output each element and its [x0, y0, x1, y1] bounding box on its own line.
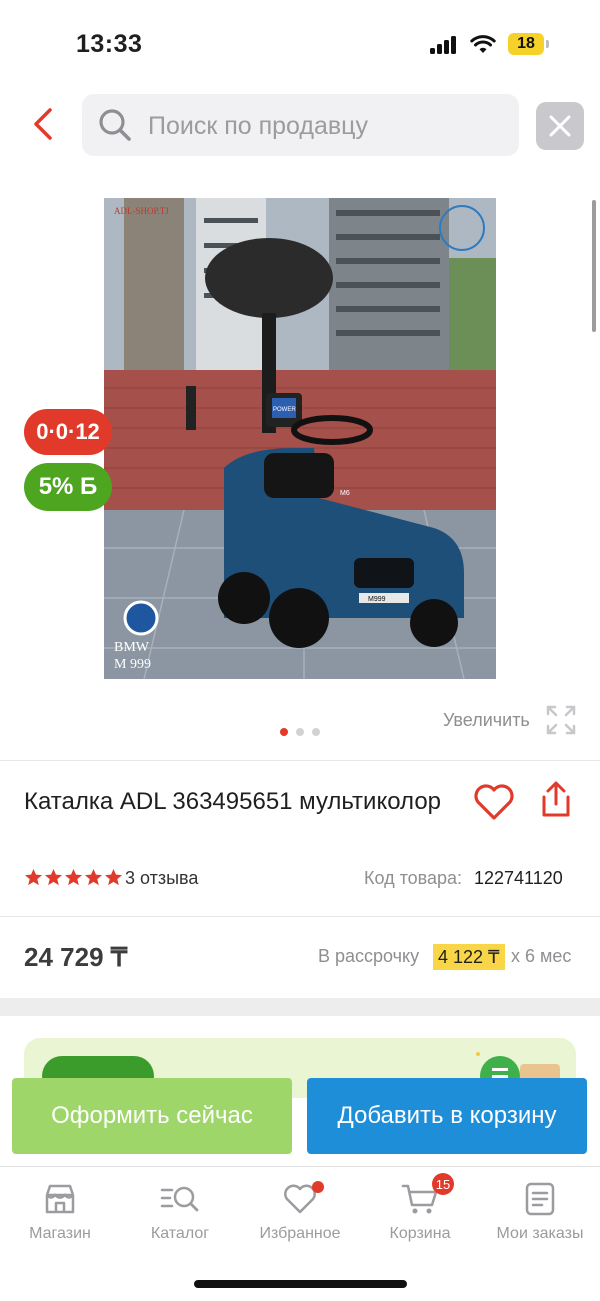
product-price: 24 729 ₸: [24, 942, 128, 972]
section-separator: [0, 998, 600, 1016]
image-pagination[interactable]: [280, 728, 324, 736]
scrollbar[interactable]: [592, 200, 596, 332]
buy-now-button[interactable]: Оформить сейчас: [12, 1078, 292, 1154]
back-arrow-icon[interactable]: [28, 106, 58, 142]
product-code-label: Код товара:: [364, 868, 463, 888]
cellular-signal-icon: [430, 36, 458, 54]
zoom-label[interactable]: Увеличить: [443, 710, 530, 731]
star-icon: [44, 868, 63, 886]
add-to-cart-button[interactable]: Добавить в корзину: [307, 1078, 587, 1154]
favorites-dot: [312, 1181, 324, 1193]
home-indicator[interactable]: [194, 1280, 407, 1288]
orders-icon: [525, 1182, 555, 1216]
tab-label: Мои заказы: [496, 1225, 584, 1242]
catalog-search-icon: [160, 1186, 199, 1212]
wifi-icon: [470, 35, 496, 53]
star-icon: [84, 868, 103, 886]
share-icon[interactable]: [538, 780, 574, 820]
tab-label: Каталог: [150, 1225, 210, 1242]
rating-stars: [24, 868, 123, 890]
divider: [0, 760, 600, 761]
search-placeholder: Поиск по продавцу: [148, 112, 368, 140]
installment-label: В рассрочку: [318, 946, 420, 966]
pagination-dot[interactable]: [312, 728, 320, 736]
tab-label: Избранное: [259, 1225, 341, 1242]
cart-count-badge: 15: [432, 1173, 454, 1195]
tab-store[interactable]: Магазин: [0, 1181, 120, 1243]
reviews-link[interactable]: 3 отзыва: [125, 868, 198, 889]
tab-orders[interactable]: Мои заказы: [480, 1181, 600, 1243]
bonus-badge: 5% Б: [24, 463, 112, 511]
seller-search-input[interactable]: Поиск по продавцу: [82, 94, 519, 156]
tab-label: Корзина: [389, 1225, 451, 1242]
image-power-text: POWER: [273, 407, 296, 413]
image-model-text: M 999: [114, 657, 151, 672]
battery-indicator: 18: [508, 33, 544, 55]
image-plate-text: M999: [368, 596, 386, 603]
close-button[interactable]: [536, 102, 584, 150]
installment-amount: 4 122 ₸: [433, 944, 505, 970]
tab-cart[interactable]: 15 Корзина: [360, 1173, 480, 1243]
status-time: 13:33: [76, 30, 143, 58]
star-icon: [64, 868, 83, 886]
divider: [0, 916, 600, 917]
store-icon: [45, 1184, 75, 1214]
tab-label: Магазин: [29, 1225, 91, 1242]
product-image[interactable]: BMW M 999 ADL-SHOP.TJ POWER M999 M6: [104, 198, 496, 679]
tab-catalog[interactable]: Каталог: [120, 1181, 240, 1243]
image-site-text: ADL-SHOP.TJ: [114, 206, 169, 216]
image-brand-text: BMW: [114, 640, 150, 655]
pagination-dot[interactable]: [296, 728, 304, 736]
close-icon: [549, 115, 571, 137]
search-icon: [99, 109, 131, 141]
star-icon: [24, 868, 43, 886]
battery-cap: [546, 40, 549, 48]
favorite-heart-icon[interactable]: [472, 782, 516, 822]
pagination-dot-active[interactable]: [280, 728, 288, 736]
tab-favorites[interactable]: Избранное: [240, 1181, 360, 1243]
installment-badge: 0·0·12: [24, 409, 112, 455]
product-title: Каталка ADL 363495651 мультиколор: [24, 788, 442, 815]
image-grille-badge-text: M6: [340, 490, 350, 497]
installment-months: х 6 мес: [511, 946, 572, 966]
expand-icon[interactable]: [545, 704, 577, 736]
star-icon: [104, 868, 123, 886]
product-code-value: 122741120: [474, 868, 563, 888]
